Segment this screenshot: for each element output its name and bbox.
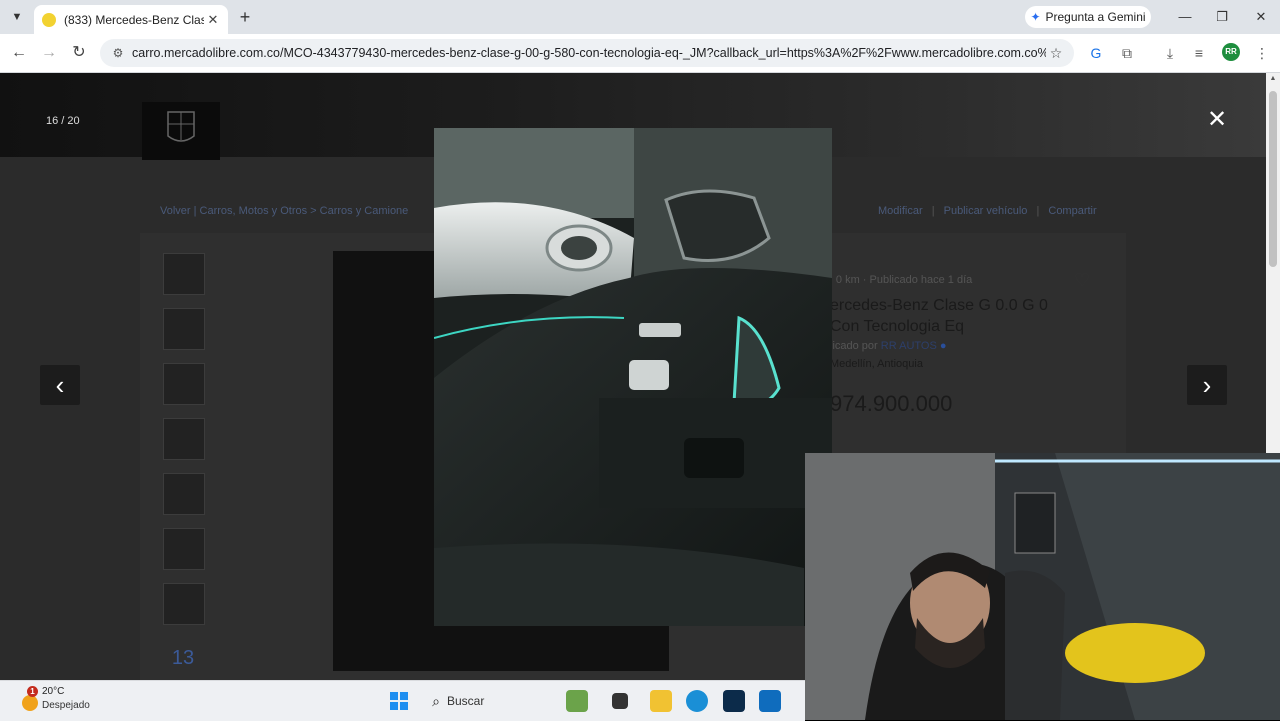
- thumbnail[interactable]: [163, 473, 205, 515]
- share-link[interactable]: Compartir: [1048, 205, 1096, 217]
- address-bar[interactable]: ⚙ carro.mercadolibre.com.co/MCO-43437794…: [100, 39, 1074, 67]
- back-arrow-icon[interactable]: ←: [8, 42, 30, 64]
- lightbox-photo: [434, 128, 832, 626]
- thumbnail[interactable]: [163, 253, 205, 295]
- menu-kebab-icon[interactable]: ⋮: [1252, 43, 1272, 63]
- listing-price: 974.900.000: [830, 391, 953, 416]
- edge-browser-icon[interactable]: [686, 690, 708, 712]
- minimize-icon[interactable]: —: [1171, 6, 1199, 28]
- mercadolibre-favicon-icon: [42, 12, 56, 27]
- search-icon: ⌕: [432, 692, 440, 709]
- scroll-thumb[interactable]: [1269, 91, 1277, 267]
- forward-arrow-icon[interactable]: →: [38, 42, 60, 64]
- more-photos-count[interactable]: 13: [163, 638, 203, 678]
- breadcrumb[interactable]: Volver | Carros, Motos y Otros > Carros …: [160, 205, 408, 217]
- favorite-heart-icon[interactable]: ♡: [1074, 270, 1090, 291]
- gemini-sparkle-icon: ✦: [1030, 10, 1041, 24]
- reload-icon[interactable]: ↻: [68, 42, 90, 64]
- file-explorer-icon[interactable]: [650, 690, 672, 712]
- photo-counter: 16 / 20: [46, 115, 80, 127]
- browser-tab[interactable]: (833) Mercedes-Benz Clase G 0 ✕: [34, 5, 228, 34]
- taskbar-search-label: Buscar: [447, 694, 485, 708]
- verified-check-icon: ●: [939, 340, 947, 352]
- bookmark-star-icon[interactable]: ☆: [1046, 45, 1066, 62]
- widgets-tree-icon[interactable]: [566, 690, 588, 712]
- terminal-icon[interactable]: [612, 693, 628, 709]
- restore-icon[interactable]: ❐: [1208, 6, 1236, 28]
- seller-name-link[interactable]: RR AUTOS: [881, 340, 937, 352]
- thumbnail[interactable]: [163, 418, 205, 460]
- windows-taskbar: 1 20°C Despejado ⌕ Buscar: [0, 680, 805, 721]
- weather-temperature[interactable]: 20°C: [42, 686, 64, 697]
- listing-location: Medellín, Antioquia: [830, 358, 923, 370]
- lightroom-classic-icon[interactable]: [723, 690, 745, 712]
- thumbnail[interactable]: [163, 583, 205, 625]
- store-icon[interactable]: [759, 690, 781, 712]
- next-photo-button[interactable]: ›: [1187, 365, 1227, 405]
- seller-line: licado por RR AUTOS ●: [830, 340, 947, 352]
- media-control-icon[interactable]: ≡: [1189, 43, 1209, 63]
- seller-prefix: licado por: [830, 340, 881, 352]
- download-icon[interactable]: ⤓: [1160, 43, 1180, 63]
- site-info-icon[interactable]: ⚙: [110, 46, 126, 60]
- profile-avatar[interactable]: RR: [1222, 43, 1240, 61]
- publish-vehicle-link[interactable]: Publicar vehículo: [944, 205, 1028, 217]
- notification-badge: 1: [27, 686, 38, 697]
- listing-top-links: Modificar | Publicar vehículo | Comparti…: [878, 205, 1097, 217]
- windows-start-icon[interactable]: [390, 692, 408, 710]
- store-logo: [142, 102, 220, 160]
- taskbar-search[interactable]: ⌕ Buscar: [425, 688, 553, 714]
- listing-subtitle: | 0 km · Publicado hace 1 día: [830, 274, 973, 286]
- tab-close-icon[interactable]: ✕: [204, 12, 222, 28]
- browser-toolbar: ← → ↻ ⚙ carro.mercadolibre.com.co/MCO-43…: [0, 34, 1280, 73]
- prev-photo-button[interactable]: ‹: [40, 365, 80, 405]
- gemini-label: Pregunta a Gemini: [1045, 10, 1146, 24]
- thumbnail[interactable]: [163, 528, 205, 570]
- scroll-up-icon[interactable]: ▲: [1267, 75, 1279, 82]
- new-tab-button[interactable]: +: [236, 6, 254, 28]
- tab-title: (833) Mercedes-Benz Clase G 0: [64, 12, 204, 27]
- modify-link[interactable]: Modificar: [878, 205, 923, 217]
- url-text[interactable]: carro.mercadolibre.com.co/MCO-4343779430…: [132, 46, 1046, 60]
- thumbnail-strip: 13: [163, 253, 205, 678]
- webcam-overlay: [805, 453, 1280, 720]
- tab-list-icon[interactable]: ▼: [8, 8, 26, 26]
- gemini-button[interactable]: ✦ Pregunta a Gemini: [1025, 6, 1151, 28]
- window-close-icon[interactable]: ✕: [1247, 6, 1275, 28]
- weather-description[interactable]: Despejado: [42, 700, 90, 711]
- page-scrollbar[interactable]: ▲: [1266, 73, 1280, 453]
- listing-title: ercedes-Benz Clase G 0.0 G 0 Con Tecnolo…: [830, 297, 1048, 335]
- thumbnail[interactable]: [163, 308, 205, 350]
- lightbox-close-button[interactable]: ✕: [1202, 105, 1232, 135]
- extensions-icon[interactable]: ⧉: [1117, 43, 1137, 63]
- thumbnail[interactable]: [163, 363, 205, 405]
- tab-strip: ▼ (833) Mercedes-Benz Clase G 0 ✕ + ✦ Pr…: [0, 0, 1280, 34]
- translate-icon[interactable]: G: [1086, 43, 1106, 63]
